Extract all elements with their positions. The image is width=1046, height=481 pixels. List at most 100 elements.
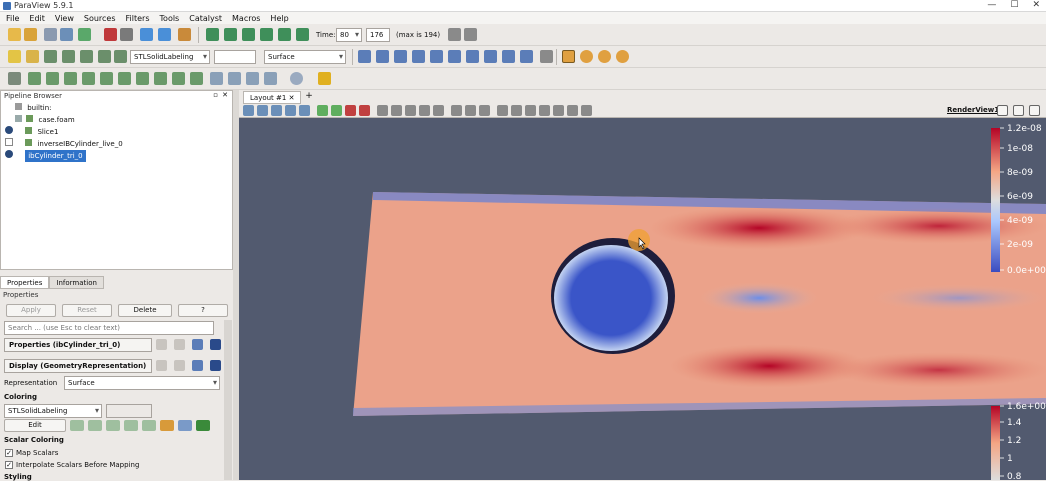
select-blocks-icon[interactable] (391, 105, 402, 116)
trash-icon[interactable] (581, 105, 592, 116)
menu-help[interactable]: Help (270, 14, 288, 23)
next-frame-icon[interactable] (260, 28, 273, 41)
contour-icon[interactable] (28, 72, 41, 85)
find-data-icon[interactable] (228, 72, 241, 85)
rescale-over-time-icon[interactable] (114, 50, 127, 63)
interactive-select-icon[interactable] (405, 105, 416, 116)
menu-sources[interactable]: Sources (84, 14, 116, 23)
properties-scrollbar[interactable] (224, 320, 232, 480)
rescale-custom-icon[interactable] (88, 420, 102, 431)
calculator-icon[interactable] (8, 72, 21, 85)
connect-icon[interactable] (78, 28, 91, 41)
maximize-button[interactable]: ☐ (1010, 0, 1018, 10)
shrink-selection-icon[interactable] (465, 105, 476, 116)
close-button[interactable]: ✕ (1032, 0, 1040, 10)
properties-search-input[interactable]: Search ... (use Esc to clear text) (4, 321, 214, 335)
pipeline-item-builtin[interactable]: builtin: (1, 102, 234, 114)
set-view-y-minus-icon[interactable] (448, 50, 461, 63)
menu-filters[interactable]: Filters (126, 14, 150, 23)
slice-icon[interactable] (64, 72, 77, 85)
tab-information[interactable]: Information (49, 276, 104, 289)
split-horizontal-icon[interactable] (997, 105, 1008, 116)
menu-tools[interactable]: Tools (160, 14, 180, 23)
open-recent-icon[interactable] (24, 28, 37, 41)
close-tab-icon[interactable]: ✕ (289, 94, 295, 102)
render-view-canvas[interactable]: 1.2e-08 1e-08 8e-09 6e-09 4e-09 2e-09 0.… (239, 118, 1046, 480)
menu-view[interactable]: View (55, 14, 74, 23)
copy-icon[interactable] (156, 339, 167, 350)
hover-points-icon[interactable] (419, 105, 430, 116)
first-frame-icon[interactable] (206, 28, 219, 41)
close-panel-icon[interactable]: ✕ (222, 91, 228, 99)
reload-icon[interactable] (192, 339, 203, 350)
plus-selection-icon[interactable] (539, 105, 550, 116)
play-icon[interactable] (242, 28, 255, 41)
maximize-view-icon[interactable] (1029, 105, 1040, 116)
view-2d-icon[interactable] (257, 105, 268, 116)
previous-frame-icon[interactable] (224, 28, 237, 41)
warp-by-vector-icon[interactable] (154, 72, 167, 85)
rescale-visible-icon[interactable] (80, 50, 93, 63)
select-cells-through-icon[interactable] (345, 105, 356, 116)
glyph-icon[interactable] (118, 72, 131, 85)
toggle-selection-icon[interactable] (567, 105, 578, 116)
zoom-to-box-icon[interactable] (376, 50, 389, 63)
rescale-temporal-icon[interactable] (98, 50, 111, 63)
menu-macros[interactable]: Macros (232, 14, 260, 23)
paste-icon[interactable] (174, 360, 185, 371)
delete-button[interactable]: Delete (118, 304, 172, 317)
redo-icon[interactable] (120, 28, 133, 41)
custom-range-icon[interactable] (62, 50, 75, 63)
last-frame-icon[interactable] (278, 28, 291, 41)
menu-file[interactable]: File (6, 14, 19, 23)
pipeline-item-ibcylinder-tri[interactable]: ibCylinder_tri_0 (1, 150, 234, 162)
select-polygon-icon[interactable] (377, 105, 388, 116)
new-tab-icon[interactable]: + (303, 91, 315, 103)
set-view-x-plus-icon[interactable] (394, 50, 407, 63)
hover-cells-icon[interactable] (433, 105, 444, 116)
minimize-button[interactable]: — (987, 0, 996, 10)
properties-section[interactable]: Properties (ibCylinder_tri_0) (4, 338, 152, 352)
save-defaults-icon[interactable] (210, 360, 221, 371)
pipeline-item-inverse-ibcylinder[interactable]: inverseIBCylinder_live_0 (1, 138, 234, 150)
save-data-icon[interactable] (44, 28, 57, 41)
set-view-z-plus-icon[interactable] (466, 50, 479, 63)
eye-hidden-icon[interactable] (5, 138, 13, 146)
eye-visible-icon[interactable] (5, 126, 13, 134)
eye-hidden-icon[interactable] (15, 115, 22, 122)
edit-color-map-icon[interactable] (26, 50, 39, 63)
map-scalars-checkbox[interactable]: ✓ (5, 449, 13, 457)
coloring-component-dropdown[interactable] (106, 404, 152, 418)
save-preset-icon[interactable] (160, 420, 174, 431)
float-panel-icon[interactable]: ▫ (213, 91, 218, 99)
clip-icon[interactable] (46, 72, 59, 85)
histogram-icon[interactable] (264, 72, 277, 85)
color-legend-icon[interactable] (178, 420, 192, 431)
coloring-array-select[interactable]: STLSolidLabeling (130, 50, 210, 64)
zoom-closest-icon[interactable] (464, 28, 477, 41)
render-scene[interactable]: 1.2e-08 1e-08 8e-09 6e-09 4e-09 2e-09 0.… (239, 118, 1046, 480)
component-select[interactable] (214, 50, 256, 64)
time-index-spinbox[interactable]: 176 (366, 28, 390, 42)
extract-level-icon[interactable] (190, 72, 203, 85)
open-icon[interactable] (8, 28, 21, 41)
undo-icon[interactable] (104, 28, 117, 41)
tab-properties[interactable]: Properties (0, 276, 50, 289)
camera-undo-icon[interactable] (140, 28, 153, 41)
rescale-icon[interactable] (70, 420, 84, 431)
toggle-selection-labels-icon[interactable] (497, 105, 508, 116)
loop-icon[interactable] (296, 28, 309, 41)
render-view-label[interactable]: RenderView1 (947, 106, 999, 114)
set-view-z-minus-icon[interactable] (484, 50, 497, 63)
rotate-cw-icon[interactable] (520, 50, 533, 63)
paste-icon[interactable] (174, 339, 185, 350)
reset-button[interactable]: Reset (62, 304, 112, 317)
python-icon[interactable] (210, 72, 223, 85)
camera-undo-icon[interactable] (285, 105, 296, 116)
clear-selection-icon[interactable] (479, 105, 490, 116)
display-section[interactable]: Display (GeometryRepresentation) (4, 359, 152, 373)
minus-selection-icon[interactable] (553, 105, 564, 116)
pipeline-item-slice1[interactable]: Slice1 (1, 126, 234, 138)
plot-over-line-icon[interactable] (246, 72, 259, 85)
edit-selection-icon[interactable] (525, 105, 536, 116)
